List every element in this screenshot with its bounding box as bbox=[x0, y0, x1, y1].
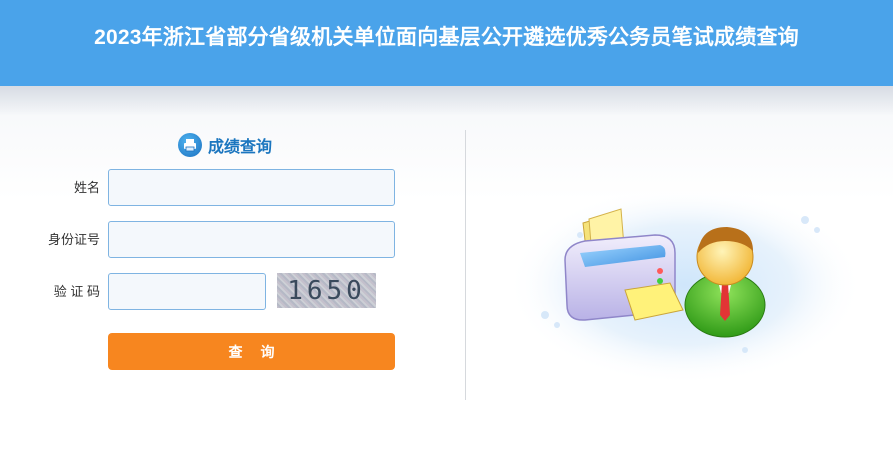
query-form: 成绩查询 姓名 身份证号 验 证 码 1650 查询 bbox=[0, 120, 470, 420]
page-header: 2023年浙江省部分省级机关单位面向基层公开遴选优秀公务员笔试成绩查询 bbox=[0, 0, 893, 86]
page-title: 2023年浙江省部分省级机关单位面向基层公开遴选优秀公务员笔试成绩查询 bbox=[94, 26, 799, 49]
id-number-input[interactable] bbox=[108, 221, 395, 258]
header-shadow bbox=[0, 86, 893, 116]
printer-user-illustration bbox=[505, 175, 865, 385]
id-number-label: 身份证号 bbox=[47, 232, 100, 247]
printer-icon bbox=[178, 133, 202, 157]
captcha-text: 1650 bbox=[287, 275, 366, 306]
name-input[interactable] bbox=[108, 169, 395, 206]
name-label: 姓名 bbox=[73, 180, 100, 195]
captcha-image[interactable]: 1650 bbox=[277, 273, 376, 308]
captcha-input[interactable] bbox=[108, 273, 266, 310]
form-title: 成绩查询 bbox=[178, 132, 272, 158]
captcha-label: 验 证 码 bbox=[53, 284, 100, 299]
form-title-text: 成绩查询 bbox=[208, 139, 273, 156]
divider bbox=[465, 130, 466, 400]
query-button[interactable]: 查询 bbox=[108, 333, 395, 370]
